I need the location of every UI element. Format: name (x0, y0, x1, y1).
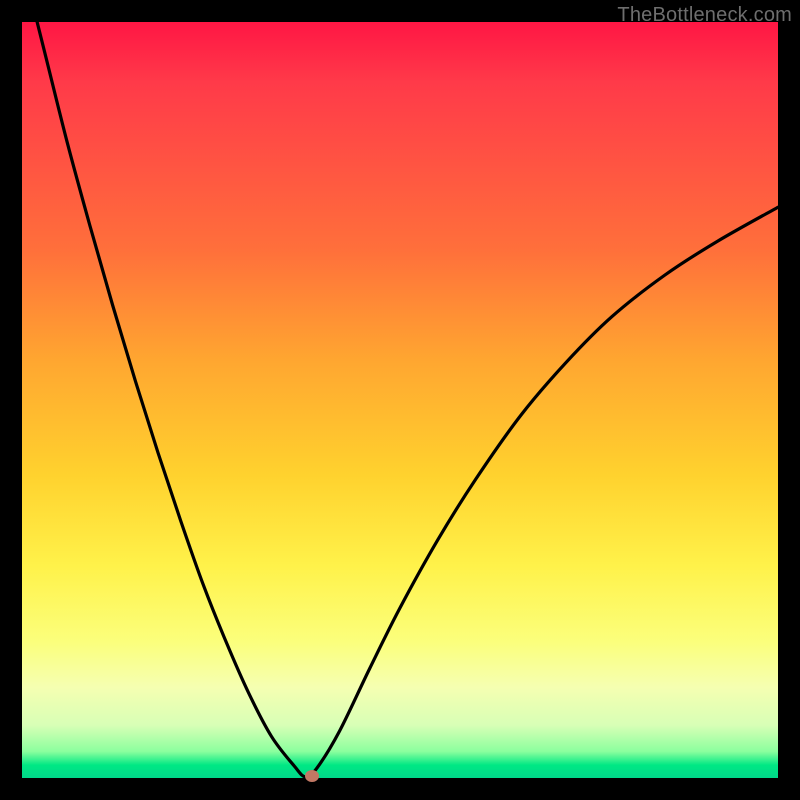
watermark-text: TheBottleneck.com (617, 4, 792, 27)
plot-area (22, 22, 778, 778)
curve-path (22, 0, 778, 777)
chart-frame: TheBottleneck.com (0, 0, 800, 800)
min-marker (305, 770, 319, 782)
bottleneck-curve (22, 22, 778, 778)
